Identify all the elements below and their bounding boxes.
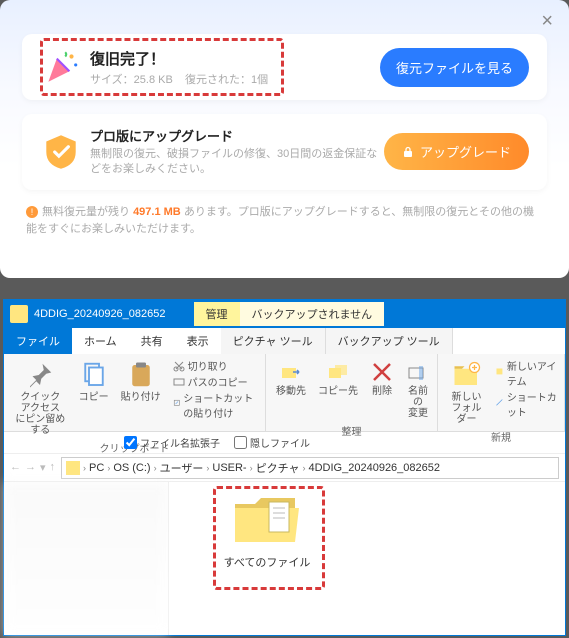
delete-icon [370,360,394,384]
lock-icon [402,146,414,158]
pin-icon [25,360,55,390]
copy-button[interactable]: コピー [75,358,113,405]
move-to-button[interactable]: 移動先 [272,358,310,399]
tab-backup-tools[interactable]: バックアップ ツール [326,328,453,354]
new-folder-icon [452,360,482,390]
tab-view[interactable]: 表示 [175,328,221,354]
paste-shortcut-button[interactable]: ショートカットの貼り付け [173,390,259,420]
new-shortcut-button[interactable]: ショートカット [495,389,558,419]
rename-button[interactable]: 名前の 変更 [402,358,434,421]
new-item-button[interactable]: 新しいアイテム [495,358,558,388]
success-subtitle: サイズ：25.8 KB 復元された：1個 [90,71,380,87]
view-files-button[interactable]: 復元ファイルを見る [380,48,529,87]
shortcut-icon [173,399,181,411]
copy-to-button[interactable]: コピー先 [314,358,362,399]
breadcrumb[interactable]: ›PC ›OS (C:) ›ユーザー ›USER- ›ピクチャ ›4DDIG_2… [61,457,559,479]
titlebar: 4DDIG_20240926_082652 管理 バックアップされません [4,300,565,328]
move-icon [279,360,303,384]
ext-checkbox[interactable]: ファイル名拡張子 [124,435,220,450]
paste-icon [126,360,156,390]
shortcut-small-icon [495,398,504,410]
success-card: 復旧完了！ サイズ：25.8 KB 復元された：1個 復元ファイルを見る [22,34,547,100]
file-explorer-window: 4DDIG_20240926_082652 管理 バックアップされません ファイ… [3,299,566,636]
new-folder-button[interactable]: 新しい フォルダー [444,358,489,427]
upgrade-button[interactable]: アップグレード [384,133,529,170]
new-item-icon [495,367,504,379]
close-icon[interactable]: × [541,10,553,33]
nav-back-icon[interactable]: ← [10,461,21,474]
quota-footnote: !無料復元量が残り 497.1 MB あります。プロ版にアップグレードすると、無… [22,204,547,239]
navigation-pane[interactable] [4,482,169,635]
window-title: 4DDIG_20240926_082652 [34,308,166,320]
nav-forward-icon[interactable]: → [25,461,36,474]
group-new-label: 新規 [444,427,558,444]
copy-to-icon [326,360,350,384]
cut-button[interactable]: 切り取り [173,358,259,373]
folder-icon [10,305,28,323]
shield-icon [40,131,82,173]
upgrade-card: プロ版にアップグレード 無制限の復元、破損ファイルの修復、30日間の返金保証など… [22,114,547,190]
tab-share[interactable]: 共有 [129,328,175,354]
recovery-complete-dialog: × 復旧完了！ サイズ：25.8 KB 復元された：1個 復元ファイルを見る プ… [0,0,569,278]
address-bar: ← → ▾ ↑ ›PC ›OS (C:) ›ユーザー ›USER- ›ピクチャ … [4,454,565,482]
nav-dropdown-icon[interactable]: ▾ [40,461,46,474]
folder-label: すべてのファイル [217,554,317,570]
ribbon: クイック アクセス にピン留めする コピー 貼り付け 切り取り パスのコピー シ… [4,354,565,432]
nav-up-icon[interactable]: ↑ [50,461,56,474]
folder-item[interactable]: すべてのファイル [217,490,317,570]
pin-button[interactable]: クイック アクセス にピン留めする [10,358,71,438]
folder-icon [66,461,80,475]
copy-icon [79,360,109,390]
file-list-pane[interactable]: すべてのファイル [169,482,565,635]
copy-path-button[interactable]: パスのコピー [173,374,259,389]
upgrade-title: プロ版にアップグレード [90,126,384,145]
explorer-content: すべてのファイル [4,482,565,635]
warning-icon: ! [26,206,38,218]
hidden-checkbox[interactable]: 隠しファイル [234,435,310,450]
tab-home[interactable]: ホーム [72,328,129,354]
context-tab-manage[interactable]: 管理 [194,302,240,326]
success-title: 復旧完了！ [90,48,380,69]
context-tab-backup[interactable]: バックアップされません [240,302,385,326]
paste-button[interactable]: 貼り付け [117,358,165,405]
tab-picture-tools[interactable]: ピクチャ ツール [221,328,326,354]
rename-icon [406,360,430,384]
path-icon [173,376,185,388]
tab-file[interactable]: ファイル [4,328,72,354]
folder-icon [231,490,303,548]
scissors-icon [173,360,185,372]
celebrate-icon [40,46,82,88]
upgrade-desc: 無制限の復元、破損ファイルの修復、30日間の返金保証などをお楽しみください。 [90,147,384,178]
delete-button[interactable]: 削除 [366,358,398,399]
ribbon-tabs: ファイル ホーム 共有 表示 ピクチャ ツール バックアップ ツール [4,328,565,354]
